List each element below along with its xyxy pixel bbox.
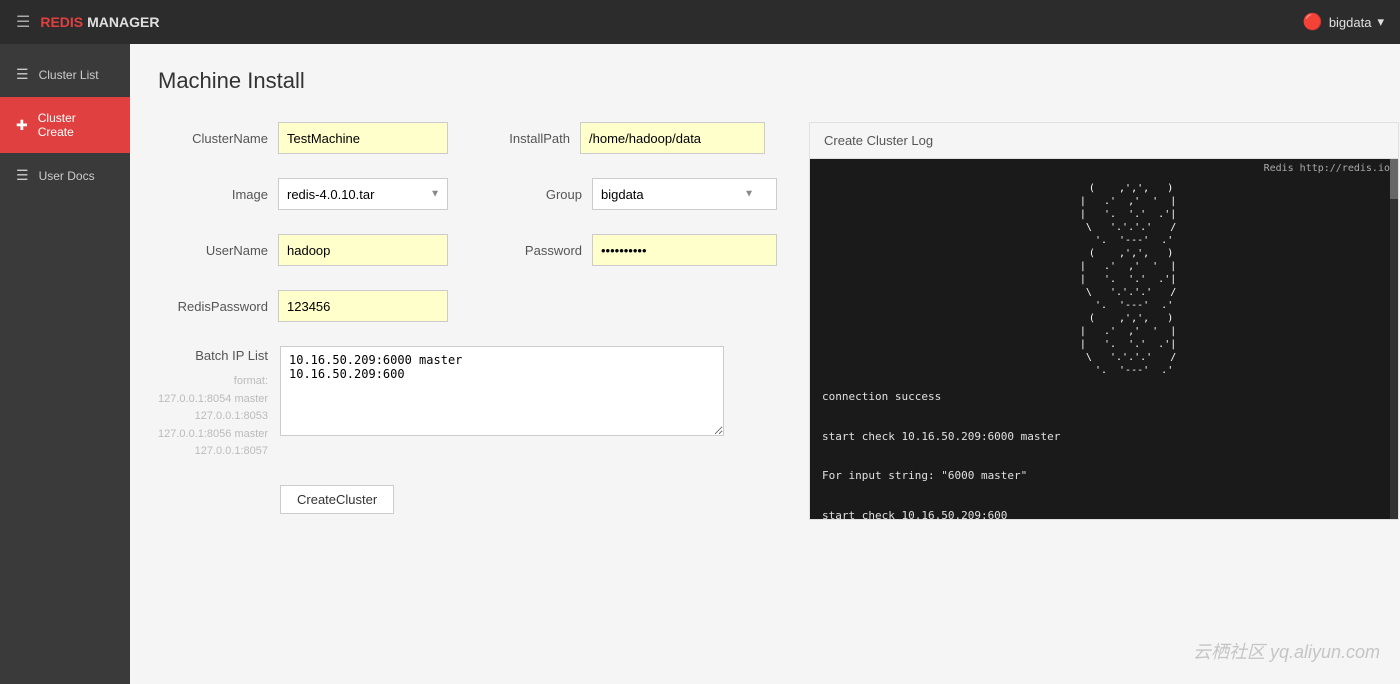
image-label: Image (158, 187, 268, 202)
batch-format: format: 127.0.0.1:8054 master 127.0.0.1:… (158, 369, 268, 461)
content-area: Machine Install ClusterName InstallPath (130, 44, 1400, 684)
brand: REDIS MANAGER (40, 14, 159, 30)
menu-toggle[interactable]: ☰ (16, 12, 30, 32)
batch-ip-label: Batch IP List (158, 348, 268, 363)
form-area: ClusterName InstallPath Image redis-4.0.… (158, 122, 1372, 520)
install-path-input[interactable] (580, 122, 765, 154)
log-header: Create Cluster Log (810, 123, 1398, 159)
cluster-name-input[interactable] (278, 122, 448, 154)
log-panel: Create Cluster Log Redis http://redis.io… (809, 122, 1399, 520)
brand-redis: REDIS (40, 14, 83, 30)
topnav-left: ☰ REDIS MANAGER (16, 12, 159, 32)
password-group: Password (472, 234, 777, 266)
username-label[interactable]: bigdata (1329, 15, 1372, 30)
log-scrollbar-thumb (1390, 159, 1398, 199)
brand-manager: MANAGER (87, 14, 159, 30)
dropdown-arrow-icon[interactable]: ▾ (1377, 14, 1384, 30)
list-icon: ☰ (16, 66, 29, 83)
batch-row: Batch IP List format: 127.0.0.1:8054 mas… (158, 346, 777, 461)
redis-password-group: RedisPassword (158, 290, 448, 322)
password-label: Password (472, 243, 582, 258)
page-title: Machine Install (158, 68, 1372, 94)
password-input[interactable] (592, 234, 777, 266)
sidebar-item-label: User Docs (39, 169, 95, 183)
username-group: UserName (158, 234, 448, 266)
form-left: ClusterName InstallPath Image redis-4.0.… (158, 122, 777, 520)
group-select[interactable]: bigdatadefault (592, 178, 777, 210)
install-path-label: InstallPath (460, 131, 570, 146)
create-cluster-button[interactable]: CreateCluster (280, 485, 394, 514)
form-row-image: Image redis-4.0.10.tarredis-5.0.tar ▼ Gr… (158, 178, 777, 210)
ascii-art: ( ,',', ) | .' ,' ' | | '. '.' .'| \ '.'… (822, 169, 1386, 377)
username-input[interactable] (278, 234, 448, 266)
form-row-cluster: ClusterName InstallPath (158, 122, 777, 154)
batch-ip-section: Batch IP List format: 127.0.0.1:8054 mas… (158, 346, 777, 461)
form-row-redis-password: RedisPassword (158, 290, 777, 322)
sidebar-item-label: Cluster Create (38, 111, 114, 139)
log-scrollbar[interactable] (1390, 159, 1398, 519)
cluster-name-group: ClusterName (158, 122, 448, 154)
group-label: Group (472, 187, 582, 202)
sidebar-item-cluster-list[interactable]: ☰ Cluster List (0, 52, 130, 97)
docs-icon: ☰ (16, 167, 29, 184)
topnav: ☰ REDIS MANAGER 🔴 bigdata ▾ (0, 0, 1400, 44)
sidebar-item-cluster-create[interactable]: ✚ Cluster Create (0, 97, 130, 153)
sidebar-item-user-docs[interactable]: ☰ User Docs (0, 153, 130, 198)
redis-password-label: RedisPassword (158, 299, 268, 314)
sidebar: ☰ Cluster List ✚ Cluster Create ☰ User D… (0, 44, 130, 684)
topnav-right: 🔴 bigdata ▾ (1303, 12, 1384, 32)
sidebar-item-label: Cluster List (39, 68, 99, 82)
image-select-wrap: redis-4.0.10.tarredis-5.0.tar ▼ (278, 178, 448, 210)
form-row-user: UserName Password (158, 234, 777, 266)
group-group: Group bigdatadefault ▼ (472, 178, 762, 210)
create-icon: ✚ (16, 117, 28, 134)
log-output: connection success start check 10.16.50.… (822, 387, 1386, 519)
user-icon: 🔴 (1303, 12, 1323, 32)
install-path-group: InstallPath (460, 122, 765, 154)
cluster-name-label: ClusterName (158, 131, 268, 146)
log-body[interactable]: Redis http://redis.io ( ,',', ) | .' ,' … (810, 159, 1398, 519)
main-layout: ☰ Cluster List ✚ Cluster Create ☰ User D… (0, 44, 1400, 684)
image-group: Image redis-4.0.10.tarredis-5.0.tar ▼ (158, 178, 448, 210)
username-label: UserName (158, 243, 268, 258)
redis-password-input[interactable] (278, 290, 448, 322)
group-select-wrap: bigdatadefault ▼ (592, 178, 762, 210)
image-select[interactable]: redis-4.0.10.tarredis-5.0.tar (278, 178, 448, 210)
redis-url-label: Redis http://redis.io (1264, 163, 1390, 174)
batch-ip-textarea[interactable]: 10.16.50.209:6000 master 10.16.50.209:60… (280, 346, 724, 436)
